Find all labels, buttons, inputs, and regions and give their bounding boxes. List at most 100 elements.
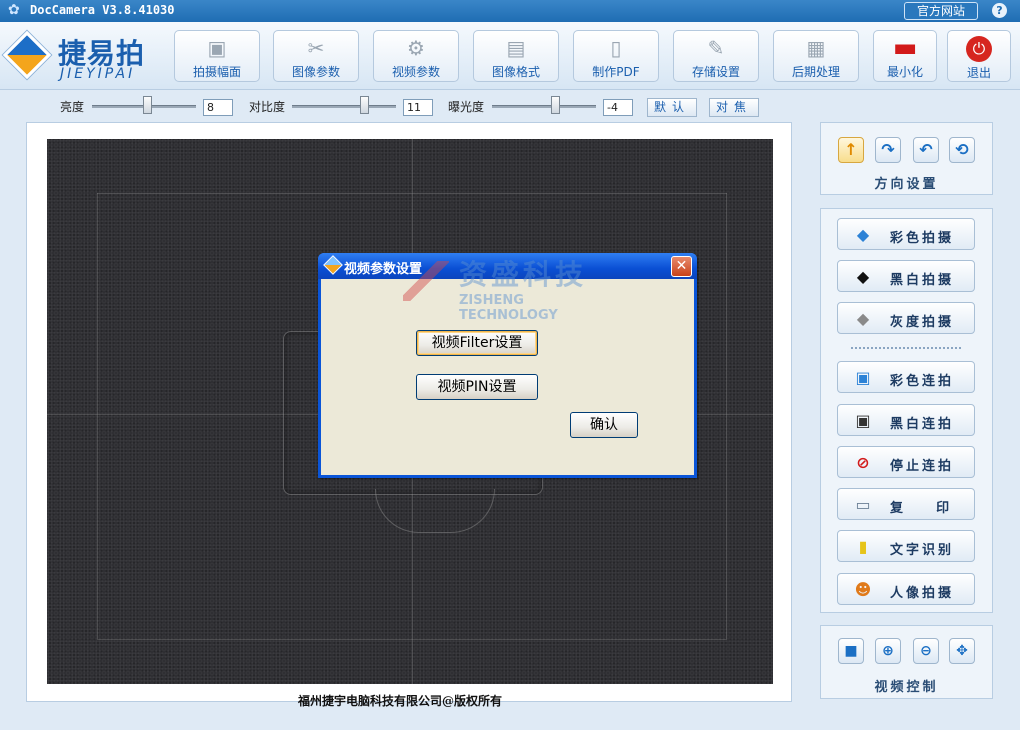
- video-control-title: 视频控制: [874, 680, 939, 695]
- dialog-close-button[interactable]: ✕: [671, 256, 692, 277]
- rotate-up-button[interactable]: ↑: [838, 137, 864, 163]
- stop-burst-button[interactable]: ⊘ 停止连拍: [837, 446, 975, 478]
- preview-line: [97, 193, 98, 639]
- bw-burst-button[interactable]: ▣ 黑白连拍: [837, 404, 975, 436]
- bw-photo-icon: ▣: [855, 411, 871, 430]
- dialog-title: 视频参数设置: [344, 262, 423, 277]
- brightness-slider-thumb[interactable]: [143, 96, 152, 114]
- power-icon: ⏻: [966, 36, 992, 62]
- exit-button[interactable]: ⏻ 退出: [947, 30, 1011, 82]
- text-doc-icon: ▮: [858, 537, 868, 556]
- title-bar: ✿ DocCamera V3.8.41030 官方网站 ?: [0, 0, 1020, 22]
- minimize-button[interactable]: ▬ 最小化: [873, 30, 937, 82]
- button-label: 彩色连拍: [890, 374, 955, 389]
- button-label: 人像拍摄: [890, 586, 955, 601]
- button-label: 停止连拍: [890, 459, 955, 474]
- printer-icon: ▭: [855, 495, 871, 514]
- camera-icon: ▣: [207, 36, 227, 60]
- video-camera-icon: ■: [844, 643, 858, 659]
- window-title: DocCamera V3.8.41030: [30, 3, 175, 17]
- default-button[interactable]: 默认: [647, 98, 697, 117]
- help-button[interactable]: ?: [992, 3, 1007, 18]
- video-record-button[interactable]: ■: [838, 638, 864, 664]
- storage-settings-button[interactable]: ✎ 存储设置: [673, 30, 759, 82]
- zoom-in-icon: ⊕: [882, 643, 894, 659]
- zoom-out-icon: ⊖: [920, 643, 932, 659]
- exposure-label: 曝光度: [448, 100, 485, 114]
- rotate-reset-icon: ⟲: [955, 140, 969, 159]
- direction-panel: ↑ ↷ ↶ ⟲ 方向设置: [820, 122, 993, 195]
- rotate-right-icon: ↷: [881, 140, 895, 159]
- black-diamond-icon: ◆: [856, 267, 870, 286]
- minimize-icon: ▬: [892, 33, 918, 63]
- image-format-button[interactable]: ▤ 图像格式: [473, 30, 559, 82]
- separator: [851, 347, 961, 349]
- focus-button[interactable]: 对焦: [709, 98, 759, 117]
- capture-size-button[interactable]: ▣ 拍摄幅面: [174, 30, 260, 82]
- official-site-button[interactable]: 官方网站: [904, 2, 978, 20]
- image-params-button[interactable]: ✂ 图像参数: [273, 30, 359, 82]
- exposure-value[interactable]: -4: [603, 99, 633, 116]
- tool-label: 存储设置: [691, 65, 740, 79]
- tools-icon: ✂: [307, 36, 325, 60]
- stop-icon: ⊘: [856, 453, 870, 472]
- video-params-button[interactable]: ⚙ 视频参数: [373, 30, 459, 82]
- logo: 捷易拍 JIEYIPAI: [2, 28, 166, 84]
- tool-label: 制作PDF: [592, 65, 640, 79]
- tool-label: 后期处理: [791, 65, 840, 79]
- document-icon: ▦: [806, 36, 826, 60]
- color-diamond-icon: ◆: [856, 225, 870, 244]
- rotate-left-button[interactable]: ↶: [913, 137, 939, 163]
- exposure-slider-thumb[interactable]: [551, 96, 560, 114]
- gray-capture-button[interactable]: ◆ 灰度拍摄: [837, 302, 975, 334]
- make-pdf-button[interactable]: ▯ 制作PDF: [573, 30, 659, 82]
- contrast-value[interactable]: 11: [403, 99, 433, 116]
- color-photo-icon: ▣: [855, 368, 871, 387]
- pdf-icon: ▯: [610, 36, 622, 60]
- tool-label: 退出: [966, 66, 991, 80]
- main-toolbar: 捷易拍 JIEYIPAI ▣ 拍摄幅面 ✂ 图像参数 ⚙ 视频参数 ▤ 图像格式…: [0, 22, 1020, 90]
- zoom-in-button[interactable]: ⊕: [875, 638, 901, 664]
- ok-button[interactable]: 确认: [570, 412, 638, 438]
- button-label: 复 印: [890, 501, 953, 516]
- tool-label: 图像参数: [291, 65, 340, 79]
- brightness-label: 亮度: [60, 100, 85, 114]
- pen-icon: ✎: [707, 36, 725, 60]
- color-burst-button[interactable]: ▣ 彩色连拍: [837, 361, 975, 393]
- video-params-dialog: 视频参数设置 ✕ 资盛科技 ZISHENG TECHNOLOGY 视频Filte…: [318, 253, 697, 478]
- images-icon: ▤: [506, 36, 526, 60]
- copy-button[interactable]: ▭ 复 印: [837, 488, 975, 520]
- rotate-right-button[interactable]: ↷: [875, 137, 901, 163]
- adjustment-bar: 亮度 8 对比度 11 曝光度 -4 默认 对焦: [0, 92, 1020, 122]
- video-control-panel: ■ ⊕ ⊖ ✥ 视频控制: [820, 625, 993, 699]
- tool-label: 图像格式: [491, 65, 540, 79]
- tool-label: 视频参数: [391, 65, 440, 79]
- button-label: 黑白拍摄: [890, 273, 955, 288]
- color-capture-button[interactable]: ◆ 彩色拍摄: [837, 218, 975, 250]
- ocr-button[interactable]: ▮ 文字识别: [837, 530, 975, 562]
- exposure-slider[interactable]: [492, 105, 596, 108]
- video-filter-settings-button[interactable]: 视频Filter设置: [416, 330, 538, 356]
- gear-icon: ✿: [8, 2, 20, 18]
- fit-button[interactable]: ✥: [949, 638, 975, 664]
- post-processing-button[interactable]: ▦ 后期处理: [773, 30, 859, 82]
- fit-icon: ✥: [956, 643, 968, 659]
- logo-subtext: JIEYIPAI: [60, 66, 136, 82]
- preview-line: [726, 193, 727, 639]
- rotate-up-icon: ↑: [844, 140, 858, 159]
- video-pin-settings-button[interactable]: 视频PIN设置: [416, 374, 538, 400]
- button-label: 黑白连拍: [890, 417, 955, 432]
- portrait-button[interactable]: ☻ 人像拍摄: [837, 573, 975, 605]
- contrast-slider[interactable]: [292, 105, 396, 108]
- dialog-app-icon: [323, 255, 343, 275]
- zoom-out-button[interactable]: ⊖: [913, 638, 939, 664]
- contrast-slider-thumb[interactable]: [360, 96, 369, 114]
- tool-label: 最小化: [886, 65, 923, 79]
- bw-capture-button[interactable]: ◆ 黑白拍摄: [837, 260, 975, 292]
- rotate-reset-button[interactable]: ⟲: [949, 137, 975, 163]
- logo-diamond-icon: [2, 30, 52, 80]
- brightness-value[interactable]: 8: [203, 99, 233, 116]
- preview-tab: [375, 489, 495, 533]
- contrast-label: 对比度: [249, 100, 286, 114]
- capture-panel: ◆ 彩色拍摄 ◆ 黑白拍摄 ◆ 灰度拍摄 ▣ 彩色连拍 ▣ 黑白连拍 ⊘ 停止连…: [820, 208, 993, 613]
